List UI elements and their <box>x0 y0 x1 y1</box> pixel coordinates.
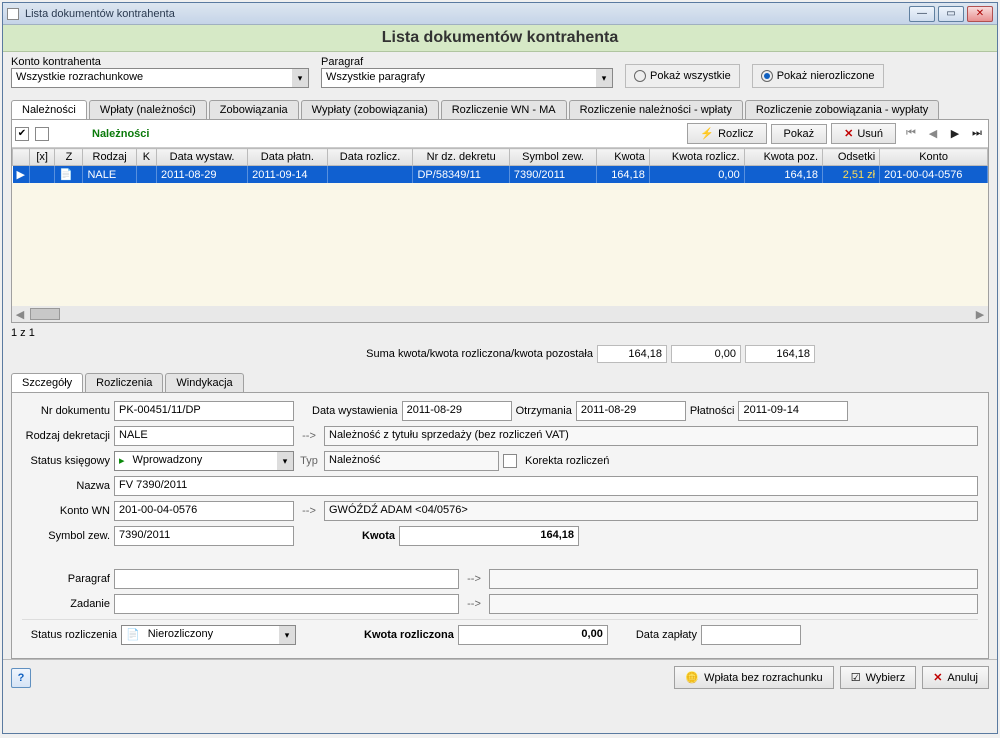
tab-szczegoly[interactable]: Szczegóły <box>11 373 83 392</box>
table-row[interactable]: ▶ 📄 NALE 2011-08-29 2011-09-14 DP/58349/… <box>13 166 988 184</box>
minimize-button[interactable]: — <box>909 6 935 22</box>
nazwa-field[interactable]: FV 7390/2011 <box>114 476 978 496</box>
row-count: 1 z 1 <box>3 323 997 343</box>
paragraf-select[interactable]: Wszystkie paragrafy ▾ <box>321 68 613 88</box>
chevron-down-icon: ▾ <box>596 69 612 87</box>
typ-field: Należność <box>324 451 499 471</box>
h-scrollbar[interactable]: ◀ ▶ <box>12 306 988 322</box>
tab-wyplaty[interactable]: Wypłaty (zobowiązania) <box>301 100 439 119</box>
nav-first[interactable]: ⏮ <box>900 127 922 140</box>
kontown-desc: GWÓŹDŹ ADAM <04/0576> <box>324 501 978 521</box>
chevron-down-icon: ▾ <box>279 626 295 644</box>
arrow-icon: --> <box>298 505 320 517</box>
paragraf-label: Paragraf <box>321 56 613 68</box>
sum-rozl: 0,00 <box>671 345 741 363</box>
nrdok-field[interactable]: PK-00451/11/DP <box>114 401 294 421</box>
chevron-down-icon: ▾ <box>292 69 308 87</box>
zadanie-desc <box>489 594 978 614</box>
tab-rozl-nalez[interactable]: Rozliczenie należności - wpłaty <box>569 100 743 119</box>
close-button[interactable]: ✕ <box>967 6 993 22</box>
play-icon: ▸ <box>115 452 129 470</box>
maximize-button[interactable]: ▭ <box>938 6 964 22</box>
sum-label: Suma kwota/kwota rozliczona/kwota pozost… <box>366 348 593 360</box>
show-unsettled-radio[interactable]: Pokaż nierozliczone <box>752 64 884 88</box>
tab-naleznosci[interactable]: Należności <box>11 100 87 119</box>
arrow-icon: --> <box>463 598 485 610</box>
data-grid[interactable]: [x] Z Rodzaj K Data wystaw. Data płatn. … <box>12 148 988 183</box>
anuluj-button[interactable]: ✕Anuluj <box>922 666 989 689</box>
cancel-icon: ✕ <box>933 671 942 684</box>
sum-kwota: 164,18 <box>597 345 667 363</box>
arrow-icon: --> <box>298 430 320 442</box>
tab-rozl-wnma[interactable]: Rozliczenie WN - MA <box>441 100 567 119</box>
rodzaj-desc: Należność z tytułu sprzedaży (bez rozlic… <box>324 426 978 446</box>
help-button[interactable]: ? <box>11 668 31 688</box>
statusrozl-select[interactable]: 📄 Nierozliczony ▾ <box>121 625 296 645</box>
tab-zobowiazania[interactable]: Zobowiązania <box>209 100 299 119</box>
window-title: Lista dokumentów kontrahenta <box>25 8 906 20</box>
sum-poz: 164,18 <box>745 345 815 363</box>
scroll-left-icon[interactable]: ◀ <box>12 308 28 321</box>
tab-rozl-zobow[interactable]: Rozliczenie zobowiązania - wypłaty <box>745 100 939 119</box>
konto-select[interactable]: Wszystkie rozrachunkowe ▾ <box>11 68 309 88</box>
kwotarozl-field[interactable]: 0,00 <box>458 625 608 645</box>
pokaz-button[interactable]: Pokaż <box>771 124 828 144</box>
paragraf-desc <box>489 569 978 589</box>
dotrz-field[interactable]: 2011-08-29 <box>576 401 686 421</box>
app-icon <box>7 8 19 20</box>
coin-icon: 🪙 <box>685 671 699 684</box>
delete-icon: ✕ <box>844 127 853 140</box>
page-title: Lista dokumentów kontrahenta <box>3 25 997 52</box>
radio-icon <box>761 70 773 82</box>
grid-title: Należności <box>92 128 149 140</box>
chevron-down-icon: ▾ <box>277 452 293 470</box>
paragraf-field[interactable] <box>114 569 459 589</box>
arrow-icon: --> <box>463 573 485 585</box>
nav-next[interactable]: ▶ <box>944 127 966 140</box>
show-all-radio[interactable]: Pokaż wszystkie <box>625 64 740 88</box>
scroll-thumb[interactable] <box>30 308 60 320</box>
wybierz-button[interactable]: ☑Wybierz <box>840 666 917 689</box>
tab-wplaty[interactable]: Wpłaty (należności) <box>89 100 207 119</box>
datazaplaty-field[interactable] <box>701 625 801 645</box>
grid-empty-area <box>12 183 988 306</box>
scroll-right-icon[interactable]: ▶ <box>972 308 988 321</box>
status-select[interactable]: ▸ Wprowadzony ▾ <box>114 451 294 471</box>
wplata-button[interactable]: 🪙Wpłata bez rozrachunku <box>674 666 833 689</box>
korekta-check[interactable] <box>503 454 517 468</box>
tab-rozliczenia[interactable]: Rozliczenia <box>85 373 163 392</box>
kontown-field[interactable]: 201-00-04-0576 <box>114 501 294 521</box>
nav-last[interactable]: ⏭ <box>966 127 988 140</box>
doc-icon: 📄 <box>122 626 144 644</box>
dplat-field[interactable]: 2011-09-14 <box>738 401 848 421</box>
select-icon: ☑ <box>851 671 861 684</box>
konto-label: Konto kontrahenta <box>11 56 309 68</box>
tab-windykacja[interactable]: Windykacja <box>165 373 243 392</box>
select-all-check[interactable]: ✔ <box>15 127 29 141</box>
usun-button[interactable]: ✕Usuń <box>831 123 896 144</box>
titlebar[interactable]: Lista dokumentów kontrahenta — ▭ ✕ <box>3 3 997 25</box>
kwota-field[interactable]: 164,18 <box>399 526 579 546</box>
symbol-field[interactable]: 7390/2011 <box>114 526 294 546</box>
zadanie-field[interactable] <box>114 594 459 614</box>
bolt-icon: ⚡ <box>700 127 714 140</box>
radio-icon <box>634 70 646 82</box>
rozlicz-button[interactable]: ⚡Rozlicz <box>687 123 766 144</box>
deselect-all-check[interactable] <box>35 127 49 141</box>
nav-prev[interactable]: ◀ <box>922 127 944 140</box>
dwyst-field[interactable]: 2011-08-29 <box>402 401 512 421</box>
rodzaj-field[interactable]: NALE <box>114 426 294 446</box>
